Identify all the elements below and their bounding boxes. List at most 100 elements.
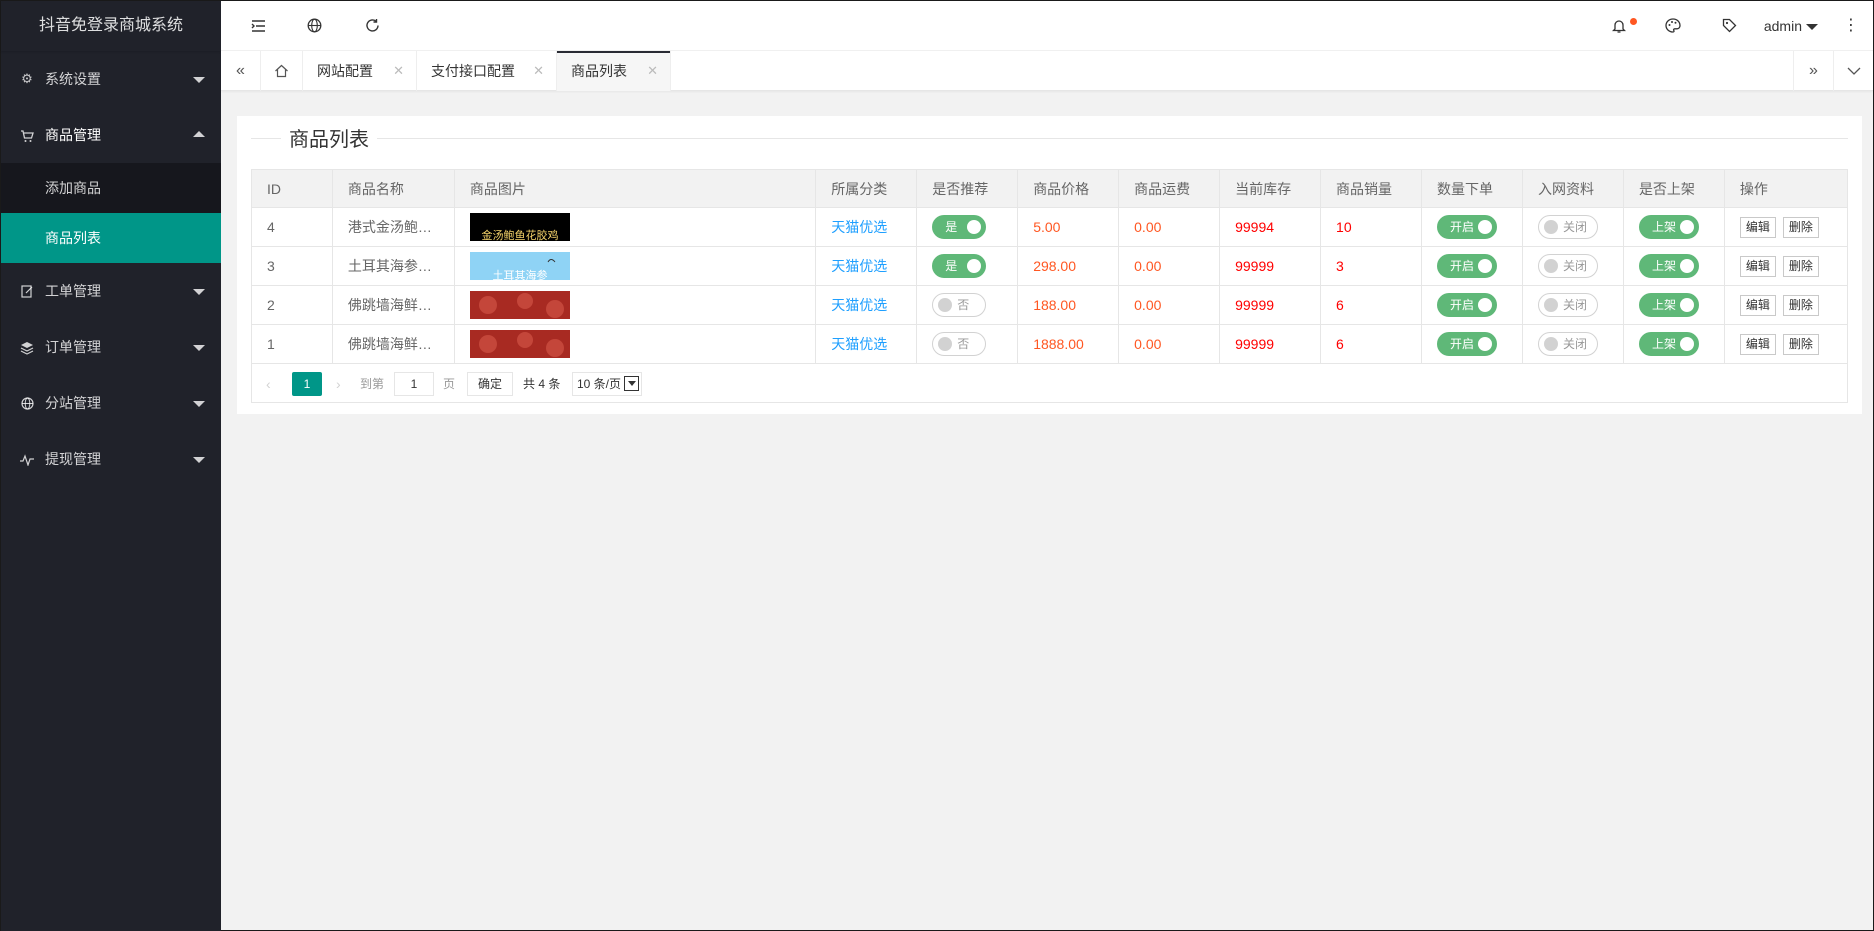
recommend-switch[interactable]: 否 xyxy=(932,332,987,356)
sidebar-item-product-management[interactable]: 商品管理 xyxy=(1,107,221,163)
on-shelf-switch[interactable]: 上架 xyxy=(1638,254,1699,278)
cell-category-link[interactable]: 天猫优选 xyxy=(815,324,918,364)
switch-knob xyxy=(1478,298,1493,312)
tabs-scroll-left-icon[interactable]: « xyxy=(221,51,261,91)
delete-button[interactable]: 删除 xyxy=(1782,333,1819,355)
switch-text: 开启 xyxy=(1450,259,1475,273)
product-thumbnail[interactable] xyxy=(469,330,570,358)
cell-image: 土耳其海参 xyxy=(453,246,817,286)
close-icon[interactable]: ✕ xyxy=(647,51,658,91)
home-icon[interactable] xyxy=(261,51,303,91)
globe-icon[interactable] xyxy=(294,1,334,51)
recommend-switch[interactable]: 否 xyxy=(932,293,987,317)
edit-button[interactable]: 编辑 xyxy=(1739,333,1776,355)
tabs-menu-chevron-icon[interactable] xyxy=(1833,51,1873,91)
qty-order-switch[interactable]: 开启 xyxy=(1437,332,1498,356)
next-page-icon[interactable]: › xyxy=(336,372,341,396)
net-info-switch[interactable]: 关闭 xyxy=(1537,215,1598,239)
net-info-switch[interactable]: 关闭 xyxy=(1537,293,1598,317)
refresh-icon[interactable] xyxy=(352,1,392,51)
switch-text: 开启 xyxy=(1450,337,1475,351)
tab-label: 商品列表 xyxy=(571,63,627,79)
cell-name: 佛跳墙海鲜… xyxy=(331,324,455,364)
bell-icon[interactable] xyxy=(1599,1,1639,51)
close-icon[interactable]: ✕ xyxy=(393,51,404,91)
delete-button[interactable]: 删除 xyxy=(1782,255,1819,277)
user-menu[interactable]: admin xyxy=(1764,1,1818,51)
recommend-switch[interactable]: 是 xyxy=(932,254,987,278)
sidebar-item-ticket-management[interactable]: 工单管理 xyxy=(1,263,221,319)
cell-on-shelf: 上架 xyxy=(1622,207,1725,247)
switch-knob xyxy=(938,298,953,312)
menu-shrink-icon[interactable] xyxy=(239,1,279,51)
sidebar-item-system-settings[interactable]: ⚙ 系统设置 xyxy=(1,51,221,107)
on-shelf-switch[interactable]: 上架 xyxy=(1638,215,1699,239)
cell-stock: 99999 xyxy=(1219,246,1322,286)
qty-order-switch[interactable]: 开启 xyxy=(1437,293,1498,317)
thumbnail-caption: 金汤鲍鱼花胶鸡 xyxy=(481,228,558,241)
on-shelf-switch[interactable]: 上架 xyxy=(1638,293,1699,317)
edit-button[interactable]: 编辑 xyxy=(1739,216,1776,238)
cell-category-link[interactable]: 天猫优选 xyxy=(815,207,918,247)
cell-category-link[interactable]: 天猫优选 xyxy=(815,246,918,286)
edit-button[interactable]: 编辑 xyxy=(1739,294,1776,316)
cell-recommend: 是 xyxy=(916,246,1019,286)
cell-actions: 编辑 删除 xyxy=(1723,246,1849,286)
top-header: admin ⋮ xyxy=(221,1,1873,51)
switch-text: 关闭 xyxy=(1562,220,1587,234)
column-header: 当前库存 xyxy=(1219,169,1322,208)
product-thumbnail[interactable]: 金汤鲍鱼花胶鸡 xyxy=(469,213,570,241)
product-thumbnail[interactable] xyxy=(469,291,570,319)
sidebar-item-substation-management[interactable]: 分站管理 xyxy=(1,375,221,431)
cell-category-link[interactable]: 天猫优选 xyxy=(815,285,918,325)
on-shelf-switch[interactable]: 上架 xyxy=(1638,332,1699,356)
edit-button[interactable]: 编辑 xyxy=(1739,255,1776,277)
column-header: 所属分类 xyxy=(815,169,918,208)
net-info-switch[interactable]: 关闭 xyxy=(1537,254,1598,278)
chevron-down-icon xyxy=(193,345,205,351)
goto-page-input[interactable]: 1 xyxy=(394,372,434,396)
delete-button[interactable]: 删除 xyxy=(1782,294,1819,316)
net-info-switch[interactable]: 关闭 xyxy=(1537,332,1598,356)
more-vertical-icon[interactable]: ⋮ xyxy=(1843,1,1859,51)
prev-page-icon[interactable]: ‹ xyxy=(266,372,271,396)
sidebar-item-label: 订单管理 xyxy=(45,339,101,355)
title-divider xyxy=(251,138,1848,139)
delete-button[interactable]: 删除 xyxy=(1782,216,1819,238)
tab-product-list[interactable]: 商品列表 ✕ xyxy=(557,51,671,91)
cell-image xyxy=(453,324,817,364)
page-number-current[interactable]: 1 xyxy=(292,372,322,396)
goto-confirm-button[interactable]: 确定 xyxy=(467,372,514,396)
page-size-value: 10 条/页 xyxy=(577,377,622,391)
sidebar-item-order-management[interactable]: 订单管理 xyxy=(1,319,221,375)
column-header: 商品价格 xyxy=(1017,169,1120,208)
switch-knob xyxy=(1543,259,1558,273)
recommend-switch[interactable]: 是 xyxy=(932,215,987,239)
switch-text: 是 xyxy=(945,220,958,234)
table-header-row: ID 商品名称 商品图片 所属分类 是否推荐 商品价格 商品运费 当前库存 商品… xyxy=(251,169,1849,208)
sidebar-item-withdraw-management[interactable]: 提现管理 xyxy=(1,431,221,487)
switch-text: 开启 xyxy=(1450,220,1475,234)
sidebar-item-label: 分站管理 xyxy=(45,395,101,411)
cell-stock: 99999 xyxy=(1219,324,1322,364)
qty-order-switch[interactable]: 开启 xyxy=(1437,254,1498,278)
qty-order-switch[interactable]: 开启 xyxy=(1437,215,1498,239)
palette-icon[interactable] xyxy=(1653,1,1693,51)
layers-icon xyxy=(19,319,35,375)
switch-knob xyxy=(1543,337,1558,351)
page-size-select[interactable]: 10 条/页 xyxy=(572,372,643,396)
tabs-scroll-right-icon[interactable]: » xyxy=(1793,51,1833,91)
cell-recommend: 否 xyxy=(916,324,1019,364)
column-header: 数量下单 xyxy=(1421,169,1523,208)
product-thumbnail[interactable]: 土耳其海参 xyxy=(469,252,570,280)
tab-payment-config[interactable]: 支付接口配置 ✕ xyxy=(417,51,557,91)
cell-name: 佛跳墙海鲜… xyxy=(331,285,455,325)
tab-site-config[interactable]: 网站配置 ✕ xyxy=(303,51,417,91)
cell-actions: 编辑 删除 xyxy=(1723,207,1849,247)
cell-id: 4 xyxy=(251,207,333,247)
sidebar-subitem-product-list[interactable]: 商品列表 xyxy=(1,213,221,263)
sidebar-subitem-add-product[interactable]: 添加商品 xyxy=(1,163,221,213)
cell-image: 金汤鲍鱼花胶鸡 xyxy=(453,207,817,247)
close-icon[interactable]: ✕ xyxy=(533,51,544,91)
tag-icon[interactable] xyxy=(1709,1,1749,51)
